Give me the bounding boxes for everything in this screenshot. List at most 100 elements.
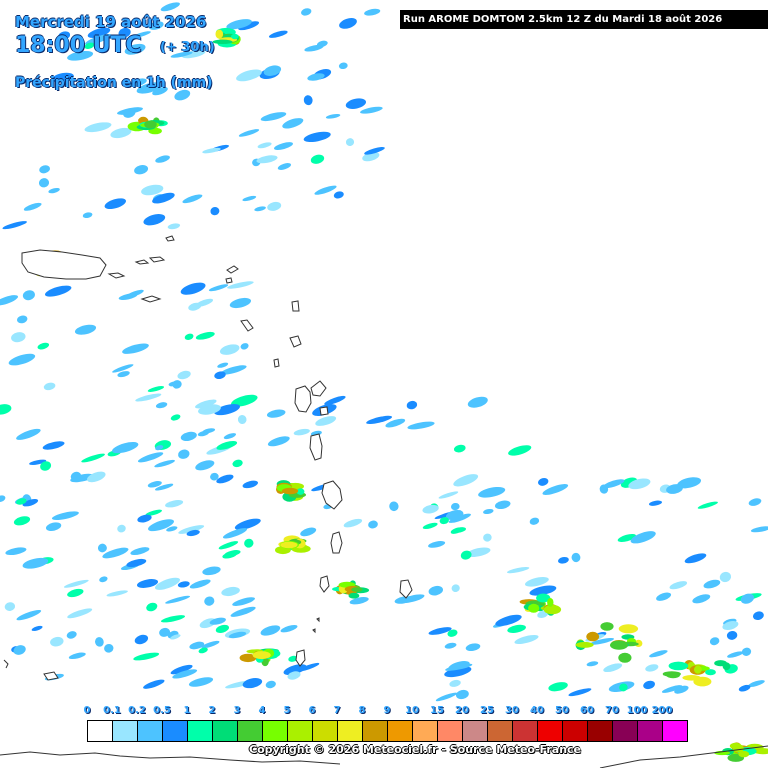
rain-cell: [280, 624, 298, 633]
rain-cell: [343, 518, 363, 528]
legend-swatch: [88, 721, 113, 741]
rain-cell: [87, 471, 106, 483]
rain-cell: [51, 511, 79, 521]
island-barbados: [399, 579, 413, 599]
legend-label: 0.2: [128, 705, 146, 716]
rain-cell: [137, 452, 164, 463]
rain-cell: [99, 576, 108, 583]
rain-cell: [37, 342, 50, 350]
rain-cell: [16, 609, 42, 621]
legend-swatch: [363, 721, 388, 741]
rain-cell: [130, 547, 150, 556]
legend-swatch: [288, 721, 313, 741]
legend-swatch: [613, 721, 638, 741]
rain-cell: [649, 650, 668, 658]
rain-cell: [74, 324, 97, 335]
rain-cell: [104, 198, 127, 210]
rain-cell: [238, 129, 260, 137]
rain-cell: [282, 118, 304, 129]
rain-cell: [277, 163, 292, 170]
legend-swatch: [513, 721, 538, 741]
rain-cell: [232, 597, 255, 606]
legend-label: 70: [605, 705, 619, 716]
legend-label: 1: [183, 705, 191, 716]
legend-swatch: [188, 721, 213, 741]
legend-swatch: [663, 721, 687, 741]
rain-cell: [242, 480, 258, 489]
rain-cell: [314, 185, 337, 195]
rain-cell: [106, 590, 128, 597]
rain-cell: [97, 543, 107, 553]
rain-cell: [643, 680, 655, 690]
rain-cell: [195, 331, 215, 340]
rain-cell: [180, 431, 197, 441]
rain-cell: [656, 592, 672, 601]
legend-label: 3: [233, 705, 241, 716]
rain-cell: [242, 195, 257, 202]
legend-swatch: [313, 721, 338, 741]
rain-cell: [16, 428, 41, 440]
rain-cell: [428, 585, 444, 596]
rain-cell: [0, 295, 19, 306]
rain-cell: [95, 637, 104, 647]
island-st-croix: [140, 295, 162, 303]
rain-cell: [438, 491, 459, 499]
island-grenada: [295, 649, 306, 667]
rain-cell-heavy: [144, 120, 157, 129]
forecast-map-panel: Mercredi 19 août 2026 18:00 UTC (+ 30h) …: [0, 0, 768, 768]
rain-cell-heavy: [668, 661, 689, 671]
legend-label: 30: [505, 705, 519, 716]
rain-cell: [453, 444, 466, 453]
rain-cell-heavy: [618, 624, 639, 634]
rain-cell: [208, 284, 229, 292]
rain-cell: [43, 382, 56, 391]
rain-cell: [407, 421, 435, 430]
rain-cell: [133, 652, 160, 661]
rain-cell: [345, 98, 367, 109]
rain-cell: [303, 131, 331, 143]
rain-cell: [267, 201, 282, 211]
rain-cell: [364, 8, 381, 16]
legend-swatch: [538, 721, 563, 741]
rain-cell: [4, 602, 16, 611]
rain-cell: [204, 596, 215, 606]
rain-cell-heavy: [547, 598, 554, 607]
rain-cell: [483, 533, 492, 542]
rain-cell: [338, 62, 348, 70]
rain-cell: [202, 147, 221, 154]
rain-cell: [143, 679, 165, 689]
rain-cell: [0, 495, 6, 503]
rain-cell: [586, 661, 599, 667]
rain-cell: [104, 643, 114, 653]
rain-cell: [703, 579, 721, 589]
rain-cell: [31, 625, 43, 631]
rain-cell: [219, 344, 240, 355]
rain-cell: [165, 499, 184, 508]
rain-cell: [146, 602, 158, 612]
rain-cell: [254, 206, 266, 212]
rain-cell-heavy: [682, 675, 701, 681]
rain-cell: [134, 164, 149, 175]
rain-cells: [0, 2, 768, 762]
rain-cell: [240, 343, 249, 350]
rain-cell: [67, 588, 84, 598]
legend-label: 60: [580, 705, 594, 716]
rain-cell: [167, 223, 181, 230]
rain-cell: [478, 486, 506, 498]
rain-cell: [155, 402, 168, 409]
rain-cell: [180, 282, 206, 295]
rain-cell: [13, 645, 26, 655]
rain-cell: [257, 142, 272, 149]
rain-cell: [16, 315, 28, 324]
rain-cell: [315, 416, 337, 426]
rain-cell: [669, 581, 688, 590]
rain-cell: [221, 586, 240, 597]
legend-color-scale: [87, 720, 688, 742]
rain-cell: [0, 404, 12, 415]
rain-cell: [274, 142, 293, 151]
rain-cell: [67, 608, 93, 619]
rain-cell-heavy: [575, 641, 594, 648]
legend-swatch: [113, 721, 138, 741]
legend-label: 5: [283, 705, 291, 716]
rain-cell: [684, 553, 707, 564]
